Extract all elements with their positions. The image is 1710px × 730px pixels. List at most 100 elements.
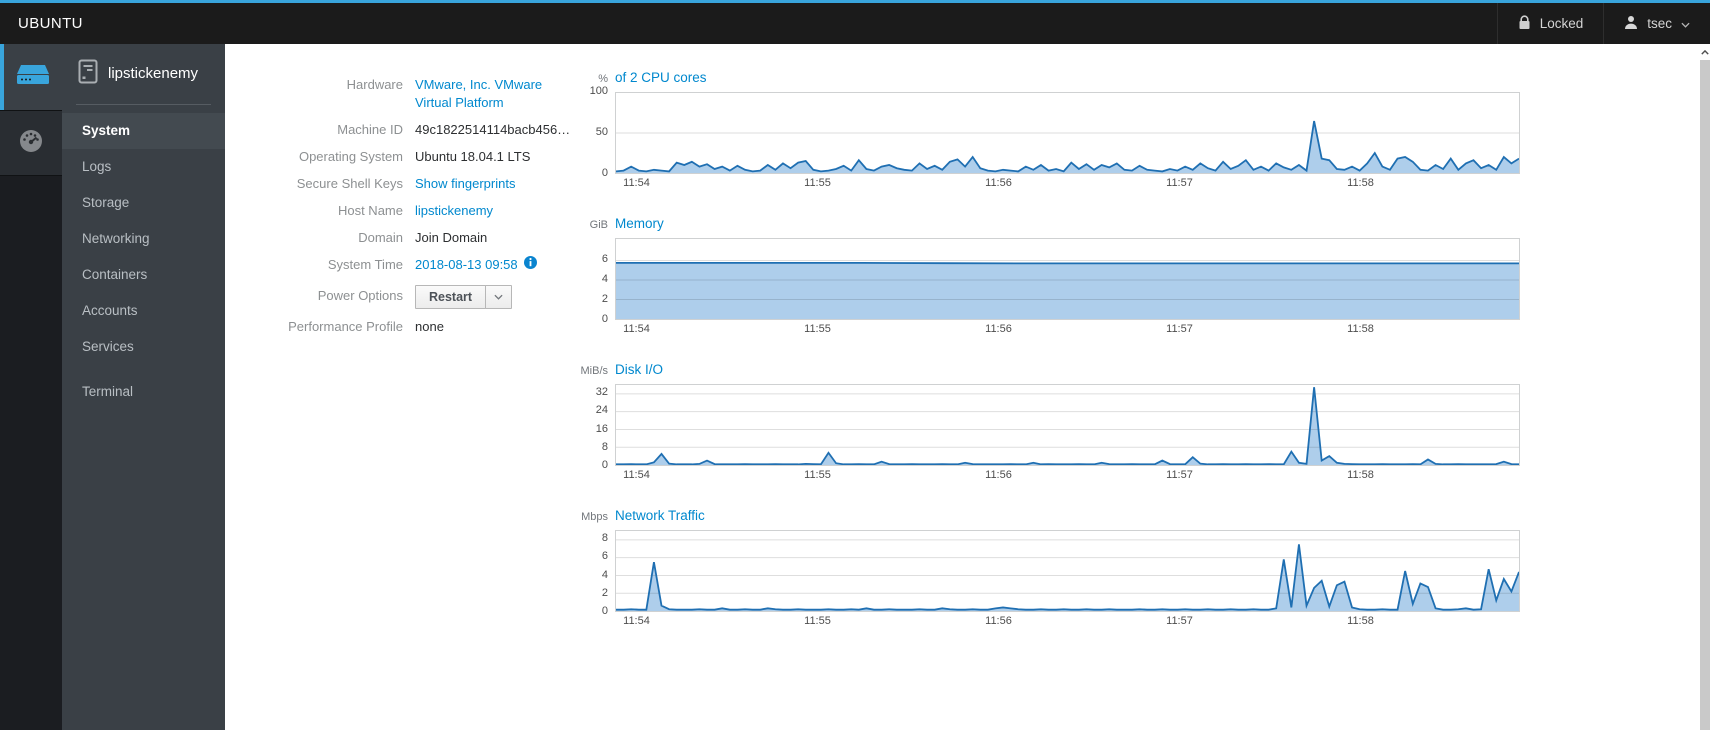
x-tick-label: 11:55 [804,323,831,335]
host-machine-tab[interactable] [0,44,62,110]
info-row-power-options: Power Options Restart [285,283,555,309]
performance-profile-value: none [415,319,444,334]
y-tick-label: 32 [595,386,608,399]
y-tick-label: 4 [601,273,608,285]
user-name-label: tsec [1647,16,1672,31]
disk-io-x-axis: 11:54 11:55 11:56 11:57 11:58 [615,466,1520,482]
hardware-label: Hardware [346,77,403,92]
user-icon [1624,15,1638,32]
disk-io-chart-title-link[interactable]: Disk I/O [615,362,663,377]
disk-io-chart-plot [615,384,1520,466]
sidebar-divider [76,104,211,105]
chart-block-cpu: % of 2 CPU cores 0 50 100 11:54 11:55 11:56 1… [569,70,1520,190]
x-tick-label: 11:56 [985,615,1012,627]
info-row-performance-profile: Performance Profile none [285,318,555,336]
lock-status-label: Locked [1539,16,1584,31]
cpu-chart-plot [615,92,1520,174]
sidebar-item-accounts[interactable]: Accounts [62,293,225,329]
dashboard-tab[interactable] [0,110,62,176]
join-domain-link[interactable]: Join Domain [415,229,555,247]
sidebar-hostname: lipstickenemy [108,64,199,82]
memory-x-axis: 11:54 11:55 11:56 11:57 11:58 [615,320,1520,336]
restart-button[interactable]: Restart [415,285,487,309]
x-tick-label: 11:57 [1166,615,1193,627]
network-chart-title-link[interactable]: Network Traffic [615,508,705,523]
x-tick-label: 11:56 [985,177,1012,189]
y-tick-label: 2 [601,586,608,599]
scrollbar-thumb[interactable] [1700,60,1710,730]
sidebar-item-containers[interactable]: Containers [62,257,225,293]
memory-chart-title-link[interactable]: Memory [615,216,664,231]
charts-panel: % of 2 CPU cores 0 50 100 11:54 11:55 11:56 1… [569,70,1520,730]
info-row-host-name: Host Name lipstickenemy [285,202,555,220]
x-tick-label: 11:56 [985,323,1012,335]
scrollbar-up-arrow[interactable] [1700,44,1710,60]
y-tick-label: 2 [601,293,608,305]
scrollbar[interactable] [1700,44,1710,730]
x-tick-label: 11:56 [985,469,1012,481]
info-row-domain: Domain Join Domain [285,229,555,247]
sidebar-item-storage[interactable]: Storage [62,185,225,221]
y-tick-label: 0 [601,313,608,325]
chart-block-disk-io: MiB/s Disk I/O 0 8 16 24 32 11:54 11:55 11:56 1… [569,362,1520,482]
sidebar-item-terminal[interactable]: Terminal [62,374,225,410]
x-tick-label: 11:55 [804,469,831,481]
sidebar-item-system[interactable]: System [62,113,225,149]
x-tick-label: 11:55 [804,615,831,627]
sidebar-item-logs[interactable]: Logs [62,149,225,185]
x-tick-label: 11:58 [1347,323,1374,335]
user-menu-button[interactable]: tsec [1603,3,1710,44]
system-time-label: System Time [327,257,403,272]
power-options-caret-button[interactable] [485,285,513,309]
system-time-link[interactable]: 2018-08-13 09:58 [415,256,518,274]
network-chart-plot [615,530,1520,612]
y-tick-label: 4 [601,568,608,581]
server-icon [15,62,51,93]
domain-label: Domain [358,230,403,245]
cpu-chart-title-link[interactable]: of 2 CPU cores [615,70,707,85]
network-x-axis: 11:54 11:55 11:56 11:57 11:58 [615,612,1520,628]
y-tick-label: 8 [601,532,608,545]
sidebar-nav: System Logs Storage Networking Containers Acc… [62,113,225,410]
host-name-link[interactable]: lipstickenemy [415,203,493,218]
x-tick-label: 11:57 [1166,177,1193,189]
ssh-keys-label: Secure Shell Keys [296,176,403,191]
gauge-icon [18,128,44,159]
cpu-y-axis: 0 50 100 [569,85,615,179]
x-tick-label: 11:54 [623,177,650,189]
x-tick-label: 11:55 [804,177,831,189]
network-unit-label: Mbps [581,511,608,523]
hardware-link[interactable]: VMware, Inc. VMware Virtual Platform [415,77,542,110]
network-y-axis: 0 2 4 6 8 [569,530,615,617]
disk-io-y-axis: 0 8 16 24 32 [569,384,615,471]
sidebar-host-row[interactable]: lipstickenemy [62,44,225,102]
info-icon[interactable] [523,256,537,274]
info-row-ssh-keys: Secure Shell Keys Show fingerprints [285,175,555,193]
performance-profile-label: Performance Profile [288,319,403,334]
chevron-down-icon [1681,16,1690,31]
sidebar-item-services[interactable]: Services [62,329,225,365]
lock-status-button[interactable]: Locked [1496,3,1604,44]
y-tick-label: 50 [595,126,608,138]
info-row-machine-id: Machine ID 49c1822514114bacb456… [285,121,570,139]
show-fingerprints-link[interactable]: Show fingerprints [415,176,515,191]
x-tick-label: 11:58 [1347,615,1374,627]
cpu-unit-label: % [598,73,608,85]
cpu-x-axis: 11:54 11:55 11:56 11:57 11:58 [615,174,1520,190]
masthead: UBUNTU Locked tsec [0,0,1710,44]
app-icon-strip [0,44,62,730]
host-node-icon [78,59,98,88]
x-tick-label: 11:54 [623,615,650,627]
x-tick-label: 11:58 [1347,469,1374,481]
memory-unit-label: GiB [589,219,608,231]
x-tick-label: 11:57 [1166,323,1193,335]
chart-block-memory: GiB Memory 0246 11:54 11:55 11:56 11:57 11:5… [569,216,1520,336]
info-row-operating-system: Operating System Ubuntu 18.04.1 LTS [285,148,555,166]
sidebar-item-networking[interactable]: Networking [62,221,225,257]
brand-title: UBUNTU [18,15,83,32]
y-tick-label: 8 [601,440,608,453]
info-row-system-time: System Time 2018-08-13 09:58 [285,256,555,274]
main-content: Hardware VMware, Inc. VMware Virtual Pla… [225,44,1710,730]
disk-io-unit-label: MiB/s [580,365,609,377]
machine-id-label: Machine ID [337,122,403,137]
